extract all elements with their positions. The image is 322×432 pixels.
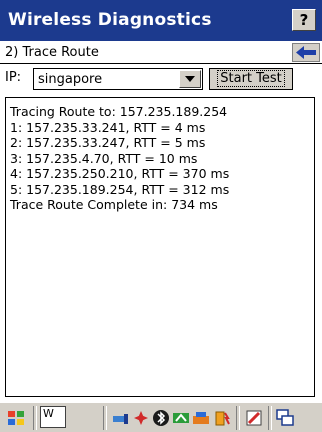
battery-icon[interactable] [212,408,232,428]
output-line: 1: 157.235.33.241, RTT = 4 ms [10,119,206,135]
output-line: Tracing Route to: 157.235.189.254 [10,104,228,119]
start-test-label: Start Test [217,70,285,87]
window-title: Wireless Diagnostics [8,10,212,30]
help-button[interactable]: ? [292,9,316,31]
taskbar-separator [236,406,240,430]
chevron-down-icon[interactable] [179,70,201,88]
input-panel-field[interactable]: W [40,406,66,428]
bluetooth-icon[interactable] [151,408,171,428]
ip-select-value: singapore [38,72,103,87]
ip-row: IP: singapore Start Test [0,66,322,94]
back-button[interactable] [292,43,320,62]
output-line: Trace Route Complete in: 734 ms [10,197,218,212]
output-line: 4: 157.235.250.210, RTT = 370 ms [10,166,230,181]
sync-icon[interactable] [191,408,211,428]
output-panel[interactable]: Tracing Route to: 157.235.189.254 1: 157… [5,97,315,397]
output-line: 3: 157.235.4.70, RTT = 10 ms [10,150,198,166]
start-icon[interactable] [6,408,26,428]
output-line: 2: 157.235.33.247, RTT = 5 ms [10,135,206,150]
subheader: 2) Trace Route [0,42,322,64]
start-test-button[interactable]: Start Test [209,68,293,90]
signal-icon[interactable] [131,408,151,428]
taskbar-separator [103,406,107,430]
taskbar-separator [33,406,37,430]
ip-label: IP: [5,70,22,85]
title-bar: Wireless Diagnostics ? [0,0,322,41]
subheader-label: 2) Trace Route [5,45,99,60]
edit-icon[interactable] [244,408,264,428]
output-line: 5: 157.235.189.254, RTT = 312 ms [10,181,230,197]
windows-icon[interactable] [275,408,295,428]
taskbar-separator [268,406,272,430]
back-arrow-icon [296,46,316,59]
ip-select[interactable]: singapore [33,68,203,90]
network-icon[interactable] [110,408,130,428]
taskbar: W [0,402,322,432]
wifi-icon[interactable] [171,408,191,428]
